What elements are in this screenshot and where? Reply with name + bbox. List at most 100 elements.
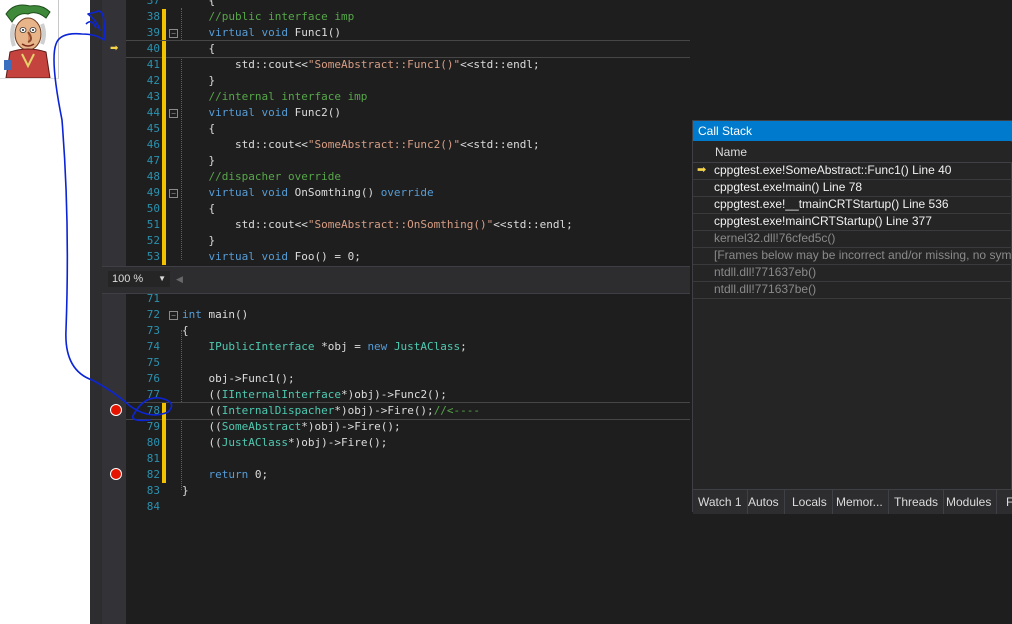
code-text: virtual void Func2() [182, 105, 341, 121]
code-token: (( [182, 404, 222, 417]
code-text: ((SomeAbstract*)obj)->Fire(); [182, 419, 400, 435]
code-line[interactable]: 80 ((JustAClass*)obj)->Fire(); [126, 435, 690, 451]
code-token: <<std::endl; [493, 218, 573, 231]
call-stack-frame[interactable]: cppgtest.exe!__tmainCRTStartup() Line 53… [693, 196, 1012, 214]
frame-name: ntdll.dll!771637eb() [714, 265, 817, 279]
change-marker [162, 25, 166, 41]
code-line[interactable]: 45 { [126, 121, 690, 137]
code-line[interactable]: 76 obj->Func1(); [126, 371, 690, 387]
code-token: { [182, 0, 216, 7]
line-number: 40 [146, 42, 160, 55]
editor-pane-lower[interactable]: 71 72− int main() 73{74 IPublicInterface *o… [126, 292, 690, 624]
code-line[interactable]: 77 ((IInternalInterface*)obj)->Func2(); [126, 387, 690, 403]
line-number: 53 [146, 250, 160, 263]
breakpoint-icon[interactable] [110, 468, 122, 480]
code-line[interactable]: 46 std::cout<<"SomeAbstract::Func2()"<<s… [126, 137, 690, 153]
breakpoint-glyph-margin[interactable] [102, 0, 126, 624]
line-number: 46 [146, 138, 160, 151]
code-text: { [182, 121, 215, 137]
line-number: 42 [146, 74, 160, 87]
line-number: 80 [146, 436, 160, 449]
code-text: } [182, 483, 189, 499]
code-line[interactable]: 40 { [126, 40, 690, 58]
collapse-icon[interactable]: − [169, 109, 178, 118]
code-line[interactable]: 84 [126, 499, 690, 515]
code-token: } [182, 484, 189, 497]
code-line[interactable]: 82 return 0; [126, 467, 690, 483]
tool-tab[interactable]: Memor... [831, 490, 889, 514]
line-number: 49 [146, 186, 160, 199]
code-line[interactable]: 38 //public interface imp [126, 9, 690, 25]
editor-split-bar[interactable]: 100 % ▼ ◀ [102, 266, 690, 294]
code-token: Func2() [294, 106, 341, 119]
code-line[interactable]: 53 virtual void Foo() = 0; [126, 249, 690, 265]
change-marker [162, 233, 166, 249]
collapse-icon[interactable]: − [169, 29, 178, 38]
tool-tab[interactable]: Autos [743, 490, 785, 514]
editor-pane-upper[interactable]: 37 {38 //public interface imp 39− virtual… [126, 0, 690, 266]
code-line[interactable]: 48 //dispacher override [126, 169, 690, 185]
code-token: //<---- [433, 404, 481, 417]
code-line[interactable]: 50 { [126, 201, 690, 217]
code-token: virtual void [182, 106, 295, 119]
call-stack-frame[interactable]: cppgtest.exe!main() Line 78 [693, 179, 1012, 197]
call-stack-frame[interactable]: ntdll.dll!771637be() [693, 281, 1012, 299]
breakpoint-icon[interactable] [110, 404, 122, 416]
code-line[interactable]: 42 } [126, 73, 690, 89]
change-marker [162, 9, 166, 25]
line-number: 39 [146, 26, 160, 39]
code-token: override [380, 186, 434, 199]
code-line[interactable]: 78 ((InternalDispacher*)obj)->Fire();//<… [126, 402, 690, 420]
code-line[interactable]: 74 IPublicInterface *obj = new JustAClas… [126, 339, 690, 355]
code-line[interactable]: 44− virtual void Func2() [126, 105, 690, 121]
call-stack-frame[interactable]: kernel32.dll!76cfed5c() [693, 230, 1012, 248]
tool-tab[interactable]: Watch 1 [693, 490, 748, 514]
code-line[interactable]: 75 [126, 355, 690, 371]
code-token: OnSomthing() [294, 186, 381, 199]
code-line[interactable]: 39− virtual void Func1() [126, 25, 690, 41]
code-token: std::cout<< [182, 138, 308, 151]
code-token: <<std::endl; [460, 138, 540, 151]
code-line[interactable]: 73 { [126, 323, 690, 339]
tool-tab[interactable]: Modules [941, 490, 998, 514]
code-line[interactable]: 81 [126, 451, 690, 467]
call-stack-frame[interactable]: ntdll.dll!771637eb() [693, 264, 1012, 282]
code-line[interactable]: 72− int main() [126, 307, 690, 323]
code-token: new [367, 340, 394, 353]
code-line[interactable]: 79 ((SomeAbstract*)obj)->Fire(); [126, 419, 690, 435]
frame-name: [Frames below may be incorrect and/or mi… [714, 248, 1012, 262]
code-line[interactable]: 37 { [126, 0, 690, 9]
collapse-icon[interactable]: − [169, 189, 178, 198]
old-man-cartoon-icon [4, 4, 51, 79]
change-marker [162, 185, 166, 201]
code-text: virtual void OnSomthing() override [182, 185, 434, 201]
call-stack-frame[interactable]: cppgtest.exe!mainCRTStartup() Line 377 [693, 213, 1012, 231]
code-token: "SomeAbstract::OnSomthing()" [307, 218, 494, 231]
code-line[interactable]: 43 //internal interface imp [126, 89, 690, 105]
code-line[interactable]: 83} [126, 483, 690, 499]
code-token: } [182, 234, 216, 247]
code-text: } [182, 153, 215, 169]
code-token: virtual void [182, 186, 295, 199]
tool-tab[interactable]: F [1001, 490, 1012, 514]
code-line[interactable]: 49− virtual void OnSomthing() override [126, 185, 690, 201]
call-stack-window[interactable]: Call Stack Name ➡ cppgtest.exe!SomeAbstra… [692, 120, 1012, 514]
call-stack-frame[interactable]: [Frames below may be incorrect and/or mi… [693, 247, 1012, 265]
call-stack-frame[interactable]: ➡ cppgtest.exe!SomeAbstract::Func1() Line… [693, 162, 1012, 180]
scroll-left-icon[interactable]: ◀ [176, 275, 183, 285]
call-stack-column-header[interactable]: Name [693, 142, 1012, 163]
change-marker [162, 121, 166, 137]
code-line[interactable]: 41 std::cout<<"SomeAbstract::Func1()"<<s… [126, 57, 690, 73]
zoom-dropdown[interactable]: 100 % ▼ [108, 271, 170, 287]
tool-tab[interactable]: Locals [787, 490, 833, 514]
collapse-icon[interactable]: − [169, 311, 178, 320]
code-line[interactable]: 71 [126, 292, 690, 307]
tool-tab[interactable]: Threads [889, 490, 945, 514]
code-line[interactable]: 47 } [126, 153, 690, 169]
code-token: obj->Func1(); [182, 372, 295, 385]
call-stack-title[interactable]: Call Stack [693, 121, 1012, 141]
zoom-value: 100 % [112, 273, 144, 285]
code-line[interactable]: 52 } [126, 233, 690, 249]
change-marker [162, 41, 166, 57]
code-line[interactable]: 51 std::cout<<"SomeAbstract::OnSomthing(… [126, 217, 690, 233]
